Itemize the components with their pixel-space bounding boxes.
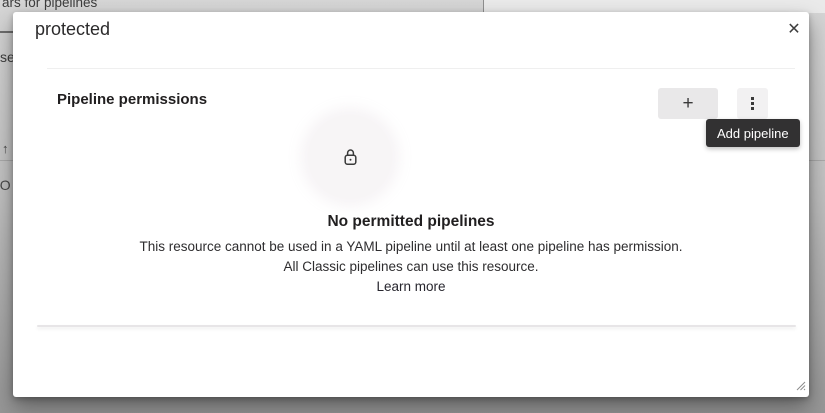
empty-state-text-block: No permitted pipelines This resource can…	[13, 212, 809, 297]
backdrop-glyph-fragment: ↑	[2, 141, 9, 156]
backdrop-divider-fragment	[0, 31, 13, 33]
empty-state-description-line2: All Classic pipelines can use this resou…	[13, 257, 809, 277]
title-divider	[47, 68, 795, 69]
add-pipeline-button[interactable]: +	[658, 88, 718, 119]
resize-handle[interactable]	[794, 378, 806, 390]
lock-icon	[342, 148, 359, 167]
kebab-menu-icon	[751, 107, 754, 110]
backdrop-text-fragment-lo: LO	[0, 177, 12, 193]
section-heading: Pipeline permissions	[57, 91, 207, 108]
add-pipeline-tooltip: Add pipeline	[706, 119, 800, 147]
card-bottom-divider	[37, 325, 796, 327]
empty-state-description-line1: This resource cannot be used in a YAML p…	[13, 237, 809, 257]
close-icon: ✕	[787, 19, 800, 39]
backdrop-text-fragment-top: ars for pipelines	[2, 0, 97, 10]
more-options-button[interactable]	[737, 88, 768, 119]
dialog-title: protected	[35, 17, 110, 41]
plus-icon: +	[682, 94, 693, 113]
resize-grip-icon	[794, 379, 806, 391]
empty-state-title: No permitted pipelines	[13, 212, 809, 232]
close-button[interactable]: ✕	[780, 15, 808, 43]
pipeline-permissions-dialog: protected ✕ Pipeline permissions + Add p…	[13, 12, 809, 397]
empty-state-illustration	[308, 115, 392, 199]
learn-more-link[interactable]: Learn more	[376, 277, 445, 297]
kebab-menu-icon	[751, 97, 754, 100]
kebab-menu-icon	[751, 102, 754, 105]
